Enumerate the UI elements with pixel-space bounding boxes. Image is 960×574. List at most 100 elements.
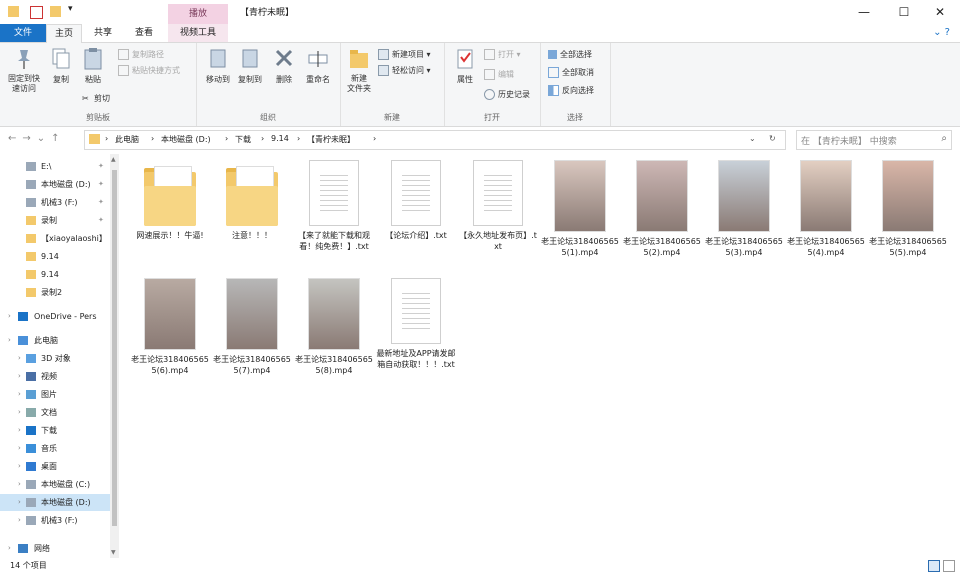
expand-chevron-icon[interactable]: ›	[8, 332, 11, 349]
nav-item-8[interactable]: › OneDrive - Pers	[0, 308, 110, 325]
text-file-item[interactable]: 最新地址及APP请发邮箱自动获取！！！.txt	[376, 278, 456, 370]
nav-item-6[interactable]: 9.14	[0, 266, 110, 283]
nav-item-12[interactable]: › 图片	[0, 386, 110, 403]
open-button[interactable]: 打开 ▾	[484, 49, 521, 60]
details-view-icon[interactable]	[928, 560, 940, 572]
text-file-item[interactable]: 【论坛介绍】.txt	[376, 160, 456, 241]
new-folder-button[interactable]: 新建 文件夹	[342, 47, 376, 94]
nav-item-2[interactable]: 机械3 (F:) ✦	[0, 194, 110, 211]
maximize-button[interactable]: ☐	[888, 2, 920, 22]
nav-item-18[interactable]: › 本地磁盘 (D:)	[0, 494, 110, 511]
new-item-button[interactable]: 新建项目 ▾	[378, 49, 431, 60]
folder-item[interactable]: 注意！！！	[212, 160, 292, 241]
nav-item-14[interactable]: › 下载	[0, 422, 110, 439]
select-none-button[interactable]: 全部取消	[548, 67, 594, 78]
video-file-item[interactable]: 老王论坛3184065655(4).mp4	[786, 160, 866, 258]
search-box[interactable]: 在 【青柠未眠】 中搜索 ⌕	[796, 130, 952, 150]
expand-chevron-icon[interactable]: ›	[18, 422, 21, 439]
expand-chevron-icon[interactable]: ›	[18, 350, 21, 367]
search-input[interactable]: 在 【青柠未眠】 中搜索	[801, 134, 897, 147]
nav-item-0[interactable]: E:\ ✦	[0, 158, 110, 175]
cut-button[interactable]: ✂ 剪切	[82, 93, 110, 104]
back-icon[interactable]: ←	[8, 133, 22, 144]
nav-item-15[interactable]: › 音乐	[0, 440, 110, 457]
select-all-button[interactable]: 全部选择	[548, 49, 592, 60]
folder-item[interactable]: 网速展示！！牛逼!	[130, 160, 210, 241]
breadcrumb-drive-d[interactable]: 本地磁盘 (D:)	[161, 134, 211, 145]
expand-chevron-icon[interactable]: ›	[18, 368, 21, 385]
expand-chevron-icon[interactable]: ›	[18, 494, 21, 511]
edit-button[interactable]: 编辑	[484, 69, 514, 80]
invert-selection-button[interactable]: 反向选择	[548, 85, 594, 96]
nav-item-7[interactable]: 录制2	[0, 284, 110, 301]
history-button[interactable]: 历史记录	[484, 89, 530, 100]
expand-chevron-icon[interactable]: ›	[18, 512, 21, 529]
expand-chevron-icon[interactable]: ›	[18, 440, 21, 457]
nav-item-10[interactable]: › 3D 对象	[0, 350, 110, 367]
text-file-item[interactable]: 【永久地址发布页】.txt	[458, 160, 538, 252]
video-file-item[interactable]: 老王论坛3184065655(1).mp4	[540, 160, 620, 258]
nav-item-3[interactable]: 录制 ✦	[0, 212, 110, 229]
close-button[interactable]: ✕	[924, 2, 956, 22]
nav-scrollbar[interactable]: ▲ ▼	[110, 154, 119, 558]
nav-item-9[interactable]: › 此电脑	[0, 332, 110, 349]
nav-item-19[interactable]: › 机械3 (F:)	[0, 512, 110, 529]
video-file-item[interactable]: 老王论坛3184065655(3).mp4	[704, 160, 784, 258]
video-file-item[interactable]: 老王论坛3184065655(2).mp4	[622, 160, 702, 258]
refresh-icon[interactable]: ↻	[769, 134, 776, 143]
minimize-button[interactable]: —	[848, 2, 880, 22]
paste-button[interactable]: 粘贴	[78, 47, 108, 85]
scroll-down-icon[interactable]: ▼	[111, 549, 116, 556]
breadcrumb-9-14[interactable]: 9.14	[271, 134, 289, 143]
expand-chevron-icon[interactable]: ›	[18, 458, 21, 475]
tab-file[interactable]: 文件	[0, 24, 46, 42]
tab-share[interactable]: 共享	[84, 24, 122, 42]
large-icons-view-icon[interactable]	[943, 560, 955, 572]
delete-button[interactable]: 删除	[270, 47, 298, 85]
easy-access-button[interactable]: 轻松访问 ▾	[378, 65, 431, 76]
nav-item-16[interactable]: › 桌面	[0, 458, 110, 475]
breadcrumb-downloads[interactable]: 下载	[235, 134, 251, 145]
help-icon[interactable]: ⌄ ?	[933, 27, 950, 38]
video-file-item[interactable]: 老王论坛3184065655(8).mp4	[294, 278, 374, 376]
move-to-button[interactable]: 移动到	[202, 47, 234, 85]
rename-button[interactable]: 重命名	[300, 47, 336, 85]
nav-item-20[interactable]: › 网络	[0, 540, 110, 557]
copy-button[interactable]: 复制	[46, 47, 76, 85]
expand-chevron-icon[interactable]: ›	[8, 540, 11, 557]
nav-item-4[interactable]: 【xiaoyalaoshi】	[0, 230, 110, 247]
recent-dropdown-icon[interactable]: ⌄	[37, 133, 51, 144]
paste-shortcut-button[interactable]: 粘贴快捷方式	[118, 65, 180, 76]
nav-item-11[interactable]: › 视频	[0, 368, 110, 385]
tab-video-tools[interactable]: 视频工具	[168, 24, 228, 42]
breadcrumb-this-pc[interactable]: 此电脑	[115, 134, 139, 145]
nav-item-1[interactable]: 本地磁盘 (D:) ✦	[0, 176, 110, 193]
scrollbar-thumb[interactable]	[112, 170, 117, 526]
search-icon[interactable]: ⌕	[941, 133, 947, 144]
scroll-up-icon[interactable]: ▲	[111, 156, 116, 163]
forward-icon[interactable]: →	[22, 133, 36, 144]
tab-home[interactable]: 主页	[46, 24, 82, 43]
nav-item-5[interactable]: 9.14	[0, 248, 110, 265]
properties-button[interactable]: 属性	[450, 47, 480, 85]
nav-item-17[interactable]: › 本地磁盘 (C:)	[0, 476, 110, 493]
tab-view[interactable]: 查看	[124, 24, 164, 42]
video-file-item[interactable]: 老王论坛3184065655(5).mp4	[868, 160, 948, 258]
copy-path-button[interactable]: 复制路径	[118, 49, 164, 60]
text-file-item[interactable]: 【来了就能下载和观看！纯免费！】.txt	[294, 160, 374, 252]
nav-item-13[interactable]: › 文档	[0, 404, 110, 421]
expand-chevron-icon[interactable]: ›	[8, 308, 11, 325]
up-icon[interactable]: ↑	[51, 133, 65, 144]
expand-chevron-icon[interactable]: ›	[18, 386, 21, 403]
properties-icon[interactable]	[30, 6, 43, 19]
pin-quick-access-button[interactable]: 固定到快 速访问	[4, 47, 44, 94]
breadcrumb-current[interactable]: 【青柠未眠】	[307, 134, 355, 145]
address-bar[interactable]: › 此电脑 › 本地磁盘 (D:) › 下载 › 9.14 › 【青柠未眠】 ›…	[84, 130, 786, 150]
address-dropdown-icon[interactable]: ⌄	[749, 134, 756, 143]
qat-dropdown-icon[interactable]: ▾	[68, 4, 73, 14]
video-file-item[interactable]: 老王论坛3184065655(7).mp4	[212, 278, 292, 376]
expand-chevron-icon[interactable]: ›	[18, 476, 21, 493]
new-folder-icon[interactable]	[50, 6, 61, 17]
video-file-item[interactable]: 老王论坛3184065655(6).mp4	[130, 278, 210, 376]
copy-to-button[interactable]: 复制到	[234, 47, 266, 85]
